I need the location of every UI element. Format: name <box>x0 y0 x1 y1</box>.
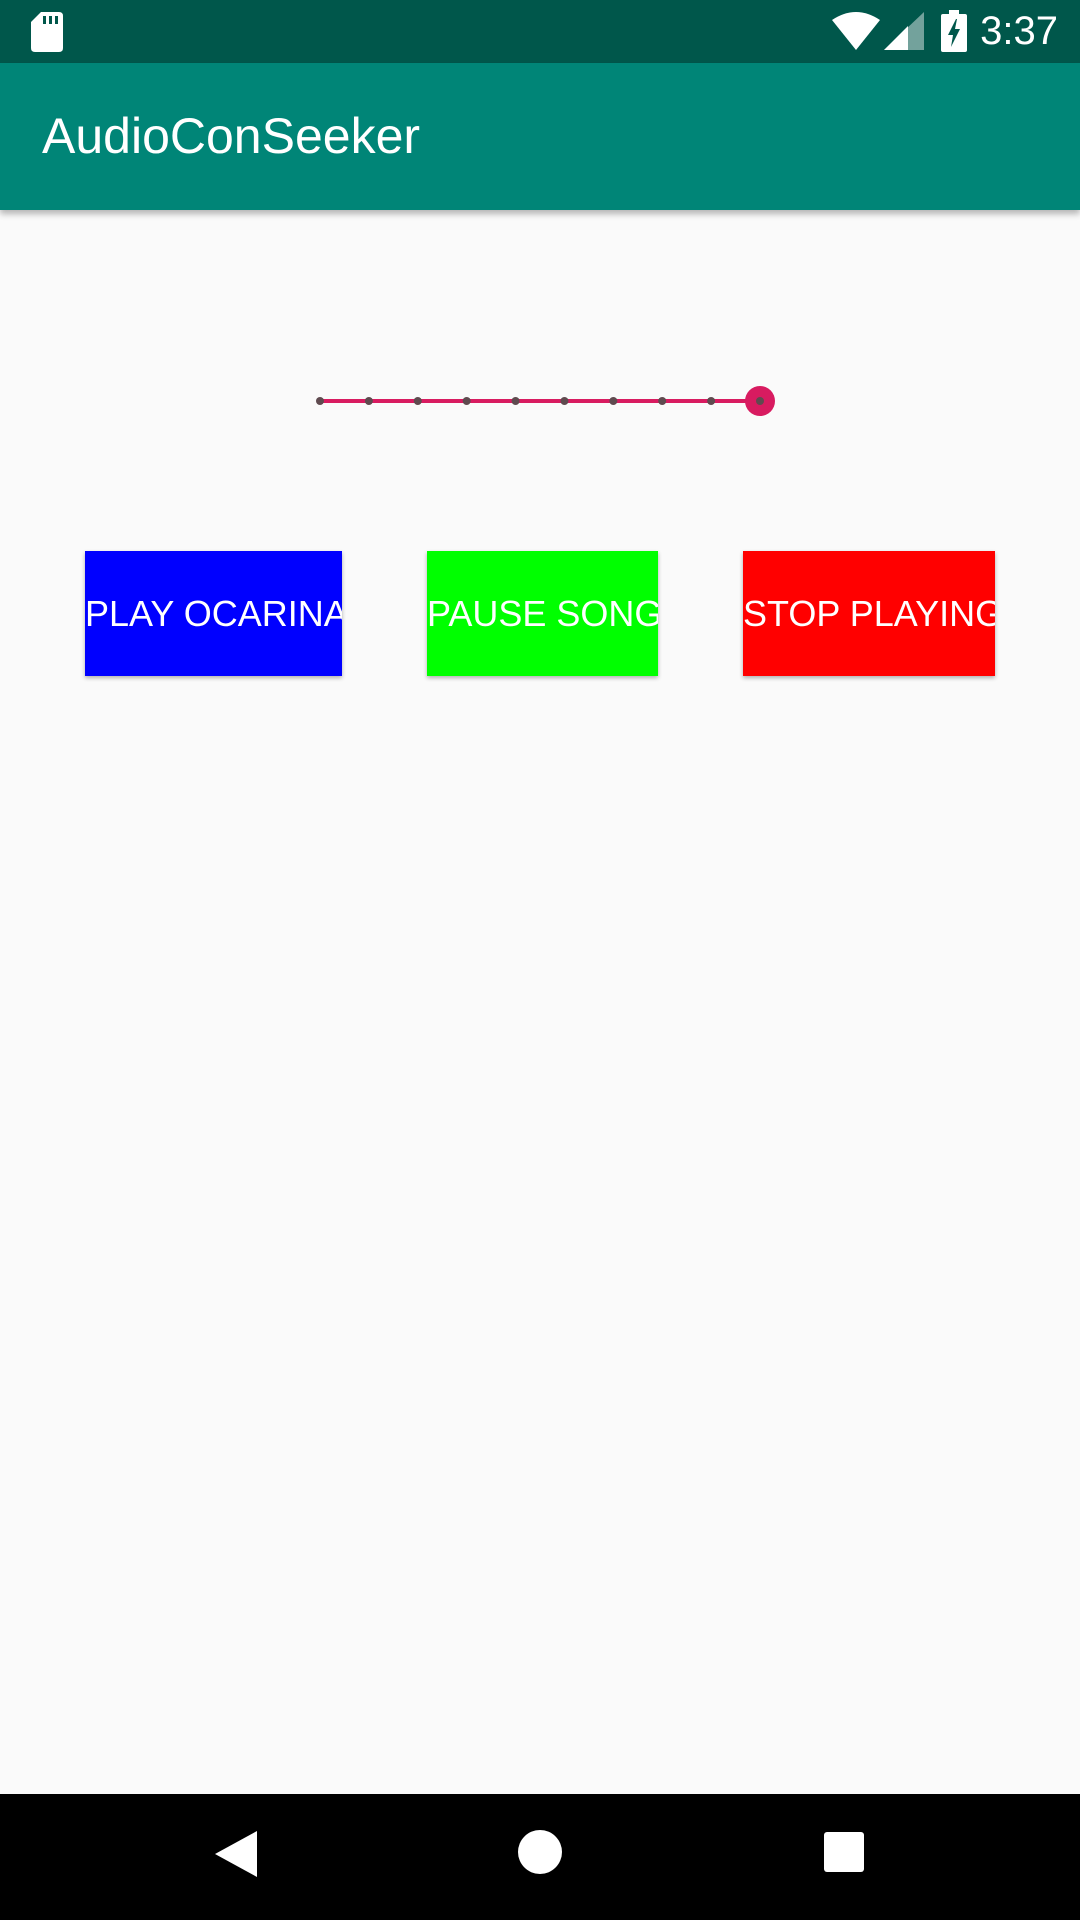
sd-card-icon <box>31 12 63 52</box>
seekbar-tick <box>658 397 667 405</box>
seekbar-tick <box>609 397 618 405</box>
seekbar-tick <box>316 397 324 405</box>
app-title: AudioConSeeker <box>42 108 421 164</box>
wifi-icon <box>832 12 880 50</box>
battery-charging-icon <box>941 10 967 52</box>
home-icon[interactable] <box>518 1830 562 1874</box>
seekbar-tick <box>462 397 471 405</box>
stop-playing-button[interactable]: STOP PLAYING <box>743 551 995 676</box>
seekbar-tick <box>413 397 422 405</box>
app-bar: AudioConSeeker <box>0 63 1080 210</box>
status-bar: 3:37 <box>0 0 1080 63</box>
audio-seekbar[interactable] <box>300 372 790 430</box>
play-ocarina-button[interactable]: PLAY OCARINA <box>85 551 342 676</box>
pause-song-button[interactable]: PAUSE SONG <box>427 551 658 676</box>
recents-icon[interactable] <box>824 1832 864 1872</box>
seekbar-tick <box>560 397 569 405</box>
cell-signal-icon <box>884 12 924 50</box>
seekbar-tick <box>511 397 520 405</box>
seekbar-thumb-tick <box>756 397 764 405</box>
navigation-bar <box>0 1794 1080 1920</box>
status-clock: 3:37 <box>980 9 1058 53</box>
seekbar-tick <box>364 397 373 405</box>
back-icon[interactable] <box>215 1831 257 1877</box>
seekbar-tick <box>707 397 716 405</box>
